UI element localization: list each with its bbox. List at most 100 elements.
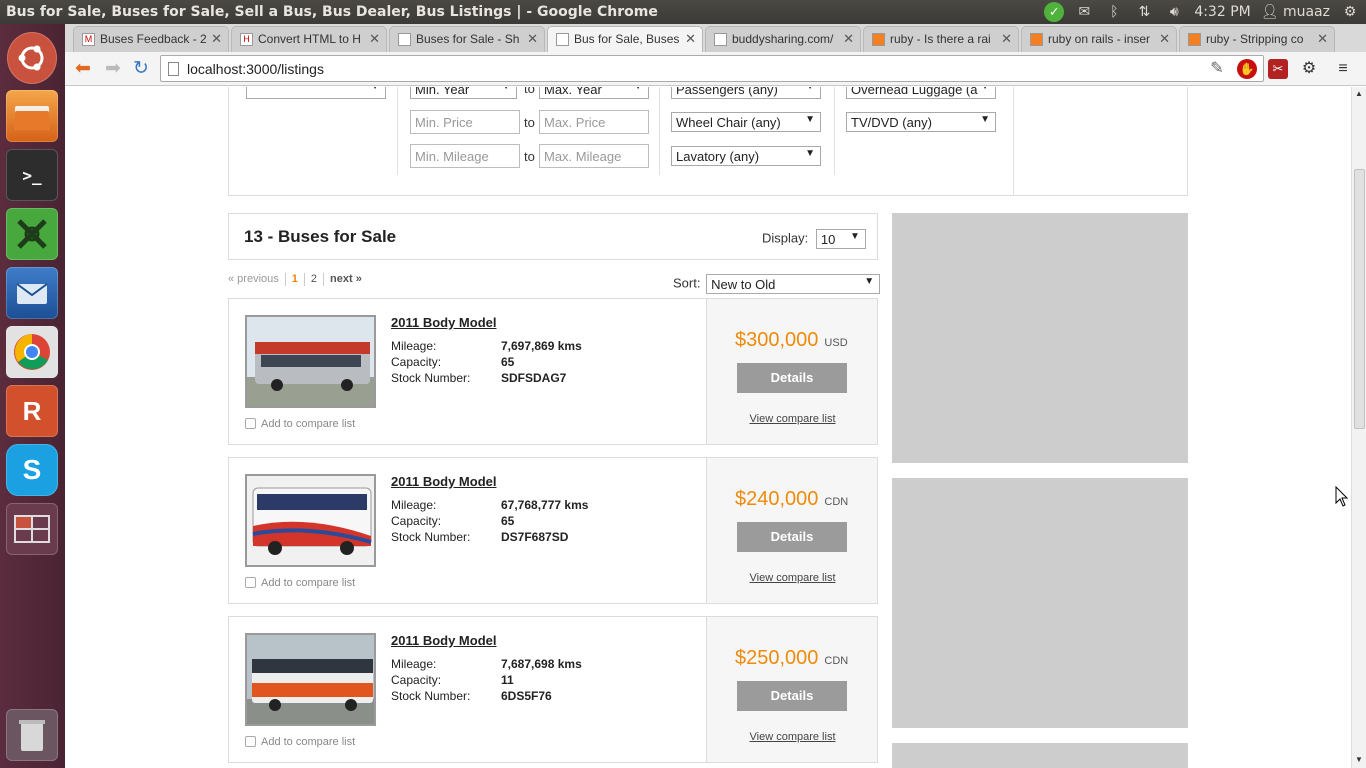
close-icon[interactable]: ✕	[1001, 31, 1012, 47]
add-compare-label: Add to compare list	[261, 736, 356, 748]
close-icon[interactable]: ✕	[843, 31, 854, 47]
pager-next[interactable]: next »	[330, 273, 362, 285]
forward-icon[interactable]: ➡	[101, 58, 125, 80]
eyedropper-extension-icon[interactable]: ✎	[1207, 59, 1227, 79]
details-button[interactable]: Details	[737, 681, 847, 711]
scroll-up-icon[interactable]: ▲	[1355, 89, 1363, 98]
add-to-compare[interactable]: Add to compare list	[245, 418, 355, 430]
capacity-value: 65	[501, 355, 515, 369]
view-compare-link[interactable]: View compare list	[707, 731, 878, 743]
tools-extension-icon[interactable]: ✂	[1268, 59, 1288, 79]
tab-label: ruby - Stripping co	[1206, 32, 1304, 46]
tab-buses-for-sale[interactable]: Buses for Sale - Sh ✕	[389, 26, 545, 52]
bus-photo[interactable]	[245, 315, 376, 408]
close-icon[interactable]: ✕	[1159, 31, 1170, 47]
adblock-icon[interactable]: ✋	[1237, 59, 1257, 79]
ad-placeholder[interactable]	[892, 478, 1188, 728]
close-icon[interactable]: ✕	[369, 31, 380, 47]
terminal-icon[interactable]: >_	[6, 149, 58, 201]
scrollbar-thumb[interactable]	[1354, 169, 1365, 429]
pager-previous[interactable]: « previous	[228, 273, 279, 285]
price: $300,000 USD	[735, 329, 848, 352]
ad-placeholder[interactable]	[892, 213, 1188, 463]
dropdown-arrow-icon: ▼	[980, 114, 990, 125]
min-year-select[interactable]: Min. Year▼	[410, 87, 517, 99]
add-to-compare[interactable]: Add to compare list	[245, 577, 355, 589]
skype-icon[interactable]: S	[6, 444, 58, 496]
listing-title-link[interactable]: 2011 Body Model	[391, 633, 496, 648]
network-icon[interactable]: ⇅	[1134, 3, 1154, 21]
back-icon[interactable]: ⬅	[71, 58, 95, 80]
divider	[834, 87, 835, 175]
rubymine-icon[interactable]: R	[6, 385, 58, 437]
tab-convert-html[interactable]: H Convert HTML to H ✕	[231, 26, 387, 52]
menu-icon[interactable]: ≡	[1333, 59, 1353, 79]
filter-select-1[interactable]: ▼	[246, 87, 386, 99]
tab-bus-for-sale-active[interactable]: Bus for Sale, Buses ✕	[547, 26, 703, 52]
tab-strip: M Buses Feedback - 2 ✕ H Convert HTML to H ✕…	[65, 24, 1366, 52]
compare-checkbox[interactable]	[245, 736, 256, 747]
passengers-select[interactable]: Passengers (any)▼	[671, 87, 821, 99]
url-text: localhost:3000/listings	[187, 61, 324, 77]
overhead-luggage-select[interactable]: Overhead Luggage (a▼	[846, 87, 996, 99]
thunderbird-icon[interactable]	[6, 267, 58, 319]
clock[interactable]: 4:32 PM	[1194, 4, 1250, 20]
details-button[interactable]: Details	[737, 363, 847, 393]
compare-checkbox[interactable]	[245, 577, 256, 588]
min-price-input[interactable]: Min. Price	[410, 110, 520, 134]
max-year-select[interactable]: Max. Year▼	[539, 87, 649, 99]
display-count-select[interactable]: 10 ▼	[815, 229, 866, 249]
lavatory-select[interactable]: Lavatory (any) ▼	[671, 146, 821, 166]
view-compare-link[interactable]: View compare list	[707, 572, 878, 584]
ad-placeholder[interactable]	[892, 743, 1188, 768]
dropdown-arrow-icon: ▼	[805, 148, 815, 159]
close-icon[interactable]: ✕	[685, 31, 696, 47]
close-icon[interactable]: ✕	[527, 31, 538, 47]
max-mileage-input[interactable]: Max. Mileage	[539, 144, 649, 168]
user-name: muaaz	[1282, 4, 1330, 20]
vertical-scrollbar[interactable]: ▲ ▼	[1351, 87, 1366, 768]
min-mileage-input[interactable]: Min. Mileage	[410, 144, 520, 168]
compare-checkbox[interactable]	[245, 418, 256, 429]
bluetooth-icon[interactable]: ᛒ	[1104, 3, 1124, 21]
user-menu[interactable]: 👤︎ muaaz	[1261, 4, 1330, 20]
tab-ruby-on-rails-insert[interactable]: ruby on rails - inser ✕	[1021, 26, 1177, 52]
volume-icon[interactable]: 🔊︎	[1164, 3, 1184, 21]
listing-title-link[interactable]: 2011 Body Model	[391, 315, 496, 330]
price-value: $300,000	[735, 329, 819, 351]
sort-select[interactable]: New to Old ▼	[706, 274, 881, 294]
sort-control: Sort: New to Old ▼	[673, 274, 881, 294]
reload-icon[interactable]: ↻	[129, 58, 153, 80]
add-to-compare[interactable]: Add to compare list	[245, 736, 355, 748]
max-price-input[interactable]: Max. Price	[539, 110, 649, 134]
xmind-icon[interactable]	[6, 208, 58, 260]
pager-page-1[interactable]: 1	[292, 273, 298, 285]
pager-page-2[interactable]: 2	[311, 273, 317, 285]
view-compare-link[interactable]: View compare list	[707, 413, 878, 425]
mail-icon[interactable]: ✉	[1074, 3, 1094, 21]
files-icon[interactable]	[6, 90, 58, 142]
close-icon[interactable]: ✕	[1317, 31, 1328, 47]
unity-launcher: >_ R S	[0, 24, 65, 768]
ubuntu-dash-icon[interactable]	[7, 32, 57, 84]
sync-ok-icon[interactable]: ✓	[1044, 2, 1065, 22]
close-icon[interactable]: ✕	[211, 31, 222, 47]
trash-icon[interactable]	[6, 709, 58, 761]
bus-photo[interactable]	[245, 474, 376, 567]
address-bar[interactable]: localhost:3000/listings ☆	[160, 55, 1264, 82]
bus-photo[interactable]	[245, 633, 376, 726]
gear-icon[interactable]: ⚙	[1340, 3, 1360, 21]
tab-buses-feedback[interactable]: M Buses Feedback - 2 ✕	[73, 26, 229, 52]
tab-ruby-rails-question[interactable]: ruby - Is there a rai ✕	[863, 26, 1019, 52]
tv-dvd-select[interactable]: TV/DVD (any) ▼	[846, 112, 996, 132]
workspaces-icon[interactable]	[6, 503, 58, 555]
listing-title-link[interactable]: 2011 Body Model	[391, 474, 496, 489]
tab-ruby-stripping[interactable]: ruby - Stripping co ✕	[1179, 26, 1335, 52]
stock-row: Stock Number: SDFSDAG7	[391, 371, 567, 385]
scroll-down-icon[interactable]: ▼	[1355, 755, 1363, 764]
wheel-chair-select[interactable]: Wheel Chair (any) ▼	[671, 112, 821, 132]
chrome-icon[interactable]	[6, 326, 58, 378]
tab-buddysharing[interactable]: buddysharing.com/ ✕	[705, 26, 861, 52]
settings-gear-icon[interactable]: ⚙	[1299, 59, 1319, 79]
details-button[interactable]: Details	[737, 522, 847, 552]
